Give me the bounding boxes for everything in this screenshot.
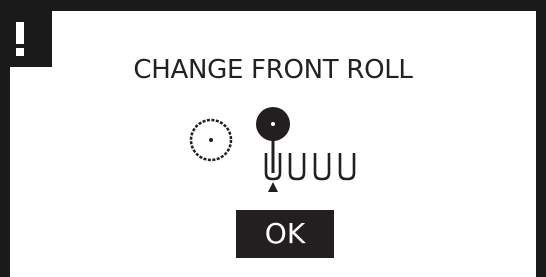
roll-holder-2 <box>288 153 306 181</box>
roll-holder-3 <box>313 153 331 181</box>
roll-holder-icon <box>264 153 356 181</box>
empty-roll-icon <box>189 118 233 162</box>
roll-holder-4 <box>338 153 356 181</box>
ok-button[interactable]: OK <box>236 210 334 258</box>
up-arrow-icon <box>268 182 278 192</box>
full-roll-icon <box>256 107 290 173</box>
device-screen: CHANGE FRONT ROLL OK <box>0 0 546 277</box>
dialog-panel: CHANGE FRONT ROLL OK <box>10 11 536 277</box>
